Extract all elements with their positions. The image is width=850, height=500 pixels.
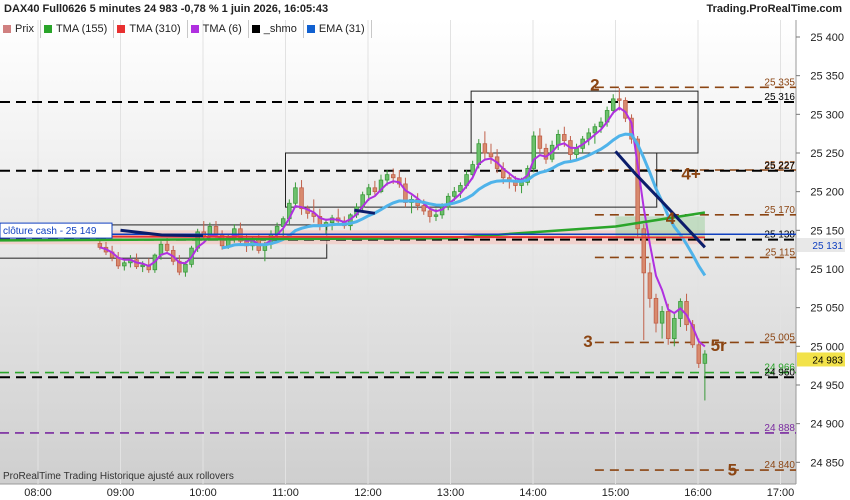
time-tick-label: 14:00 [519, 487, 547, 499]
price-tick-label: 25 350 [810, 71, 844, 83]
candle-body [702, 353, 708, 364]
indicator-legend: Prix TMA (155) TMA (310) TMA (6) _shmo E… [0, 20, 372, 38]
price-level-label: 24 840 [764, 460, 795, 471]
candle-body [384, 174, 390, 181]
wave-label: 2 [590, 75, 599, 94]
candle-body [164, 243, 170, 251]
price-tick-label: 25 000 [810, 341, 844, 353]
time-tick-label: 17:00 [767, 487, 795, 499]
price-tick-label: 24 950 [810, 380, 844, 392]
candle-body [647, 272, 653, 299]
price-chart[interactable]: 25 33525 31625 22725 22725 17025 13825 1… [0, 0, 850, 500]
price-level-label: 25 115 [765, 247, 795, 258]
candle-body [641, 228, 646, 274]
legend-label: Prix [15, 23, 34, 35]
legend-swatch-tma-310 [117, 25, 126, 33]
candle-body [293, 187, 298, 204]
price-tick-label: 25 050 [810, 303, 844, 315]
candle-body [562, 134, 567, 142]
legend-item-tma-6[interactable]: TMA (6) [188, 20, 249, 38]
candle-body [665, 311, 671, 339]
candle-body [696, 344, 701, 364]
candle-body [482, 143, 488, 154]
candle-body [366, 187, 371, 196]
time-tick-label: 08:00 [24, 487, 52, 499]
candle-body [372, 187, 378, 193]
price-level-label: 25 170 [764, 205, 795, 216]
price-tick-label: 24 850 [810, 457, 844, 469]
legend-swatch-shmo [251, 25, 260, 33]
legend-item-prix[interactable]: Prix [0, 20, 41, 38]
ema-price-tag: 25 131 [812, 241, 843, 252]
time-tick-label: 09:00 [107, 487, 135, 499]
price-level-label: 25 005 [764, 332, 795, 343]
legend-label: EMA (31) [318, 23, 365, 35]
legend-label: TMA (6) [202, 23, 242, 35]
candle-body [452, 191, 457, 197]
price-level-label: 25 316 [764, 92, 795, 103]
price-tick-label: 25 400 [810, 32, 844, 44]
time-tick-label: 10:00 [189, 487, 217, 499]
legend-label: _shmo [263, 23, 297, 35]
price-tick-label: 25 200 [810, 187, 844, 199]
candle-body [659, 311, 665, 324]
legend-item-shmo[interactable]: _shmo [249, 20, 304, 38]
candle-body [610, 98, 616, 111]
candle-body [537, 135, 543, 149]
candle-body [672, 318, 677, 339]
candle-body [421, 205, 426, 212]
price-level-label: 25 138 [764, 230, 795, 241]
legend-swatch-ema-31 [306, 25, 315, 33]
candle-body [598, 121, 604, 128]
wave-label: 4 [666, 209, 676, 228]
candle-body [592, 126, 598, 134]
price-level-label: 25 335 [764, 77, 795, 88]
price-level-label: 24 888 [764, 423, 795, 434]
time-tick-label: 16:00 [684, 487, 712, 499]
chart-title: DAX40 Full0626 5 minutes 24 983 -0,78 % … [4, 3, 329, 15]
legend-label: TMA (155) [55, 23, 108, 35]
cloture-cash-label: clôture cash - 25 149 [3, 226, 97, 237]
wave-label: 5 [728, 461, 737, 480]
legend-swatch-tma-6 [190, 25, 199, 33]
candle-body [574, 147, 579, 155]
legend-swatch-prix [3, 25, 11, 33]
wave-label: 5r [711, 336, 727, 355]
legend-item-tma-310[interactable]: TMA (310) [114, 20, 188, 38]
time-tick-label: 12:00 [354, 487, 382, 499]
wave-label: 4+ [681, 164, 700, 183]
price-tick-label: 24 900 [810, 419, 844, 431]
price-tick-label: 25 150 [810, 225, 844, 237]
time-tick-label: 13:00 [437, 487, 465, 499]
candle-body [617, 98, 622, 101]
footer-note: ProRealTime Trading Historique ajusté au… [3, 471, 234, 482]
wave-label: 3 [583, 332, 592, 351]
price-tick-label: 25 250 [810, 148, 844, 160]
candle-body [122, 262, 127, 267]
candle-body [140, 264, 145, 268]
legend-item-tma-155[interactable]: TMA (155) [41, 20, 115, 38]
candle-body [653, 297, 659, 324]
legend-label: TMA (310) [129, 23, 181, 35]
plot-background [0, 20, 796, 484]
brand-label: Trading.ProRealTime.com [706, 3, 842, 15]
legend-item-ema-31[interactable]: EMA (31) [304, 20, 372, 38]
candle-body [183, 263, 188, 273]
candle-body [433, 214, 439, 217]
price-level-label: 25 227 [764, 161, 795, 172]
time-tick-label: 11:00 [272, 487, 299, 499]
candle-body [555, 134, 561, 146]
price-tick-label: 25 300 [810, 109, 844, 121]
candle-body [390, 174, 396, 179]
current-price-tag: 24 983 [812, 355, 843, 366]
candle-body [427, 210, 433, 217]
legend-swatch-tma-155 [43, 25, 52, 33]
price-level-label: 24 960 [764, 367, 795, 378]
candle-body [488, 152, 494, 158]
candle-body [299, 187, 304, 210]
time-tick-label: 15:00 [602, 487, 630, 499]
price-tick-label: 25 100 [810, 264, 844, 276]
candle-body [476, 143, 481, 165]
